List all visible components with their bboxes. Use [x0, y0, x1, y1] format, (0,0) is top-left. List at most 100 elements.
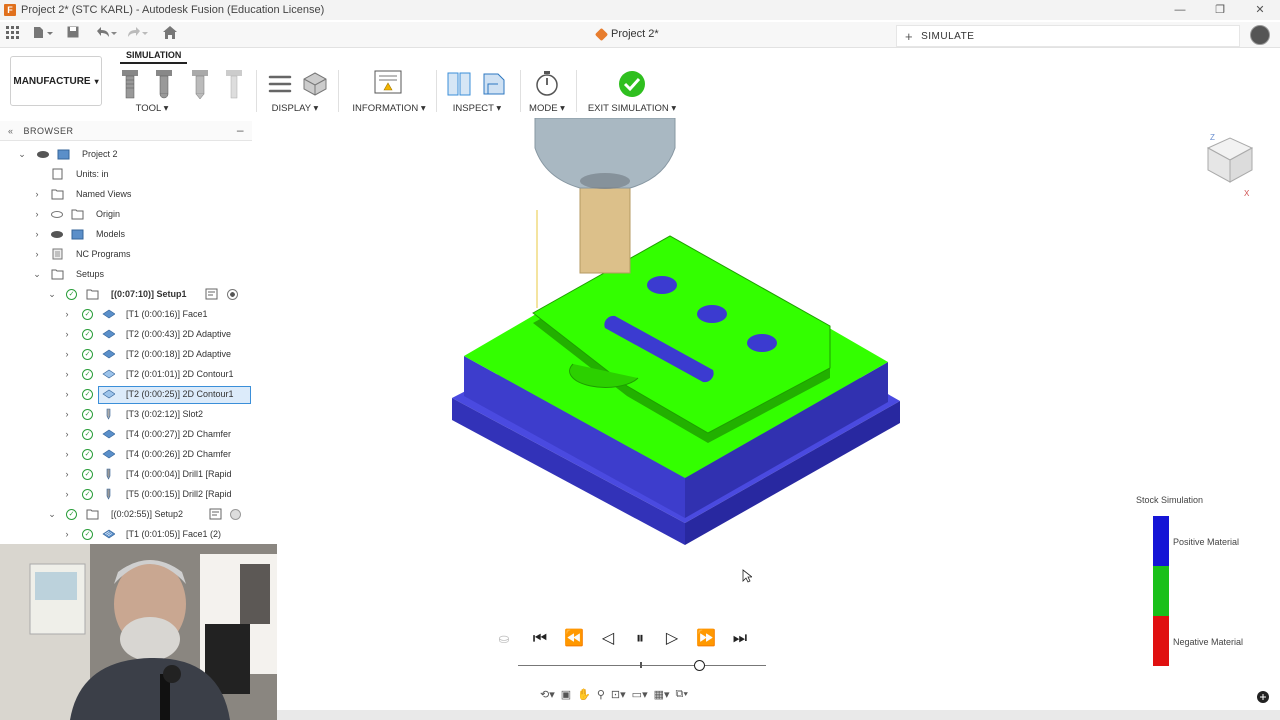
tree-item-operation[interactable]: › ✓ [T2 (0:00:25)] 2D Contour1 [0, 384, 252, 404]
zoom-icon[interactable]: ⚲ [597, 688, 605, 701]
viewports-icon[interactable]: ⧉▾ [676, 688, 688, 701]
stock-display-icon[interactable] [302, 70, 328, 98]
next-operation-icon[interactable]: ⏩ [694, 626, 718, 652]
tree-item-operation[interactable]: › ✓ [T5 (0:00:15)] Drill2 [Rapid [0, 484, 252, 504]
tree-item-origin[interactable]: › Origin [0, 204, 252, 224]
tree-item-operation[interactable]: › ✓ [T2 (0:00:18)] 2D Adaptive [0, 344, 252, 364]
workspace-switcher[interactable]: MANUFACTURE ▾ [10, 56, 102, 106]
inspect-group-label[interactable]: INSPECT ▾ [444, 103, 510, 114]
restore-button[interactable]: ❐ [1200, 0, 1240, 20]
comments-icon[interactable] [1256, 690, 1270, 704]
display-settings-icon[interactable]: ▭▾ [632, 688, 648, 701]
orbit-icon[interactable]: ⟲▾ [540, 688, 555, 701]
panel-collapse-arrows-icon[interactable]: « [8, 126, 14, 136]
eye-icon[interactable] [51, 230, 63, 238]
tree-item-nc-programs[interactable]: › NC Programs [0, 244, 252, 264]
endmill-tool-icon[interactable] [120, 70, 140, 100]
chevron-down-icon[interactable]: ⌄ [32, 269, 42, 280]
tree-item-operation[interactable]: › ✓ [T2 (0:01:01)] 2D Contour1 [0, 364, 252, 384]
skip-to-end-icon[interactable]: ⏭ [728, 626, 752, 652]
tree-item-operation[interactable]: › ✓ [T3 (0:02:12)] Slot2 [0, 404, 252, 424]
tree-item-setups[interactable]: ⌄ Setups [0, 264, 252, 284]
inactive-setup-icon[interactable] [230, 508, 241, 520]
pause-icon[interactable]: ⏸ [628, 626, 652, 652]
tree-item-operation[interactable]: › ✓ [T4 (0:00:27)] 2D Chamfer [0, 424, 252, 444]
simulate-tab[interactable]: + SIMULATE [896, 25, 1240, 47]
display-group-label[interactable]: DISPLAY ▾ [262, 103, 328, 114]
measure-icon[interactable] [480, 70, 508, 98]
pan-icon[interactable]: ✋ [577, 688, 591, 701]
display-list-icon[interactable] [268, 70, 292, 98]
information-warning-icon[interactable] [374, 70, 402, 96]
graphics-viewport[interactable]: Z X [255, 117, 1280, 710]
look-at-icon[interactable]: ▣ [561, 688, 571, 701]
chevron-right-icon[interactable]: › [62, 409, 72, 419]
close-button[interactable]: ✕ [1240, 0, 1280, 20]
setup-sheet-icon[interactable] [209, 508, 222, 520]
user-avatar[interactable] [1250, 25, 1270, 45]
eye-hidden-icon[interactable] [51, 210, 63, 218]
tree-item-setup2[interactable]: ⌄ ✓ [(0:02:55)] Setup2 [0, 504, 252, 524]
home-icon[interactable] [163, 26, 177, 42]
tree-item-models[interactable]: › Models [0, 224, 252, 244]
stopwatch-icon[interactable] [534, 70, 560, 98]
chevron-right-icon[interactable]: › [62, 449, 72, 459]
grid-settings-icon[interactable]: ▦▾ [654, 688, 670, 701]
tree-item-named-views[interactable]: › Named Views [0, 184, 252, 204]
collapse-icon[interactable]: – [237, 123, 244, 137]
chevron-right-icon[interactable]: › [62, 329, 72, 339]
drill-tool-icon[interactable] [190, 70, 210, 100]
tree-item-setup1[interactable]: ⌄ ✓ [(0:07:10)] Setup1 [0, 284, 252, 304]
undo-icon[interactable] [95, 26, 117, 42]
chevron-right-icon[interactable]: › [32, 209, 42, 219]
previous-operation-icon[interactable]: ⏪ [562, 626, 586, 652]
tab-simulation[interactable]: SIMULATION [120, 50, 188, 64]
chevron-down-icon[interactable]: ⌄ [17, 149, 27, 160]
compare-icon[interactable] [446, 70, 472, 98]
setup-sheet-icon[interactable] [205, 288, 218, 300]
chevron-right-icon[interactable]: › [62, 349, 72, 359]
chevron-right-icon[interactable]: › [62, 529, 72, 539]
information-group-label[interactable]: INFORMATION ▾ [346, 103, 432, 114]
chevron-down-icon[interactable]: ⌄ [47, 289, 57, 300]
checkmark-icon[interactable] [618, 70, 646, 98]
grid-menu-icon[interactable] [6, 26, 19, 42]
tree-item-root[interactable]: ⌄ Project 2 [0, 144, 252, 164]
tree-item-operation[interactable]: › ✓ [T2 (0:00:43)] 2D Adaptive [0, 324, 252, 344]
chevron-down-icon[interactable]: ⌄ [47, 509, 57, 520]
chevron-right-icon[interactable]: › [62, 309, 72, 319]
tree-item-units[interactable]: Units: in [0, 164, 252, 184]
save-icon[interactable] [67, 26, 79, 41]
chevron-right-icon[interactable]: › [62, 489, 72, 499]
document-tab[interactable]: Project 2* [594, 27, 659, 41]
ballmill-tool-icon[interactable] [154, 70, 174, 100]
tool-group-label[interactable]: TOOL ▾ [60, 103, 244, 114]
tree-item-operation[interactable]: › ✓ [T4 (0:00:04)] Drill1 [Rapid [0, 464, 252, 484]
zoom-window-icon[interactable]: ⊡▾ [611, 688, 626, 701]
stock-icon[interactable]: ⛀ [492, 626, 516, 652]
tree-item-operation[interactable]: › ✓ [T1 (0:00:16)] Face1 [0, 304, 252, 324]
chevron-right-icon[interactable]: › [32, 189, 42, 199]
chevron-right-icon[interactable]: › [62, 429, 72, 439]
chevron-right-icon[interactable]: › [62, 369, 72, 379]
exit-simulation-label[interactable]: EXIT SIMULATION ▾ [584, 103, 680, 114]
chevron-right-icon[interactable]: › [32, 229, 42, 239]
minimize-button[interactable]: — [1160, 0, 1200, 20]
chevron-right-icon[interactable]: › [32, 249, 42, 259]
playback-slider-track[interactable] [518, 665, 766, 666]
chevron-right-icon[interactable]: › [62, 469, 72, 479]
file-menu-icon[interactable] [33, 26, 53, 42]
tree-item-operation[interactable]: › ✓ [T1 (0:01:05)] Face1 (2) [0, 524, 252, 544]
active-setup-icon[interactable] [227, 288, 238, 300]
eye-icon[interactable] [37, 150, 49, 158]
skip-to-start-icon[interactable]: ⏮ [528, 626, 552, 652]
step-forward-icon[interactable]: ▷ [660, 626, 684, 652]
step-back-icon[interactable]: ◁ [596, 626, 620, 652]
playback-slider-knob[interactable] [694, 660, 706, 671]
redo-icon[interactable] [126, 26, 148, 42]
chevron-right-icon[interactable]: › [62, 389, 72, 399]
mode-group-label[interactable]: MODE ▾ [526, 103, 568, 114]
holder-tool-icon[interactable] [224, 70, 244, 100]
viewcube[interactable]: Z X [1200, 130, 1260, 200]
tree-item-operation[interactable]: › ✓ [T4 (0:00:26)] 2D Chamfer [0, 444, 252, 464]
